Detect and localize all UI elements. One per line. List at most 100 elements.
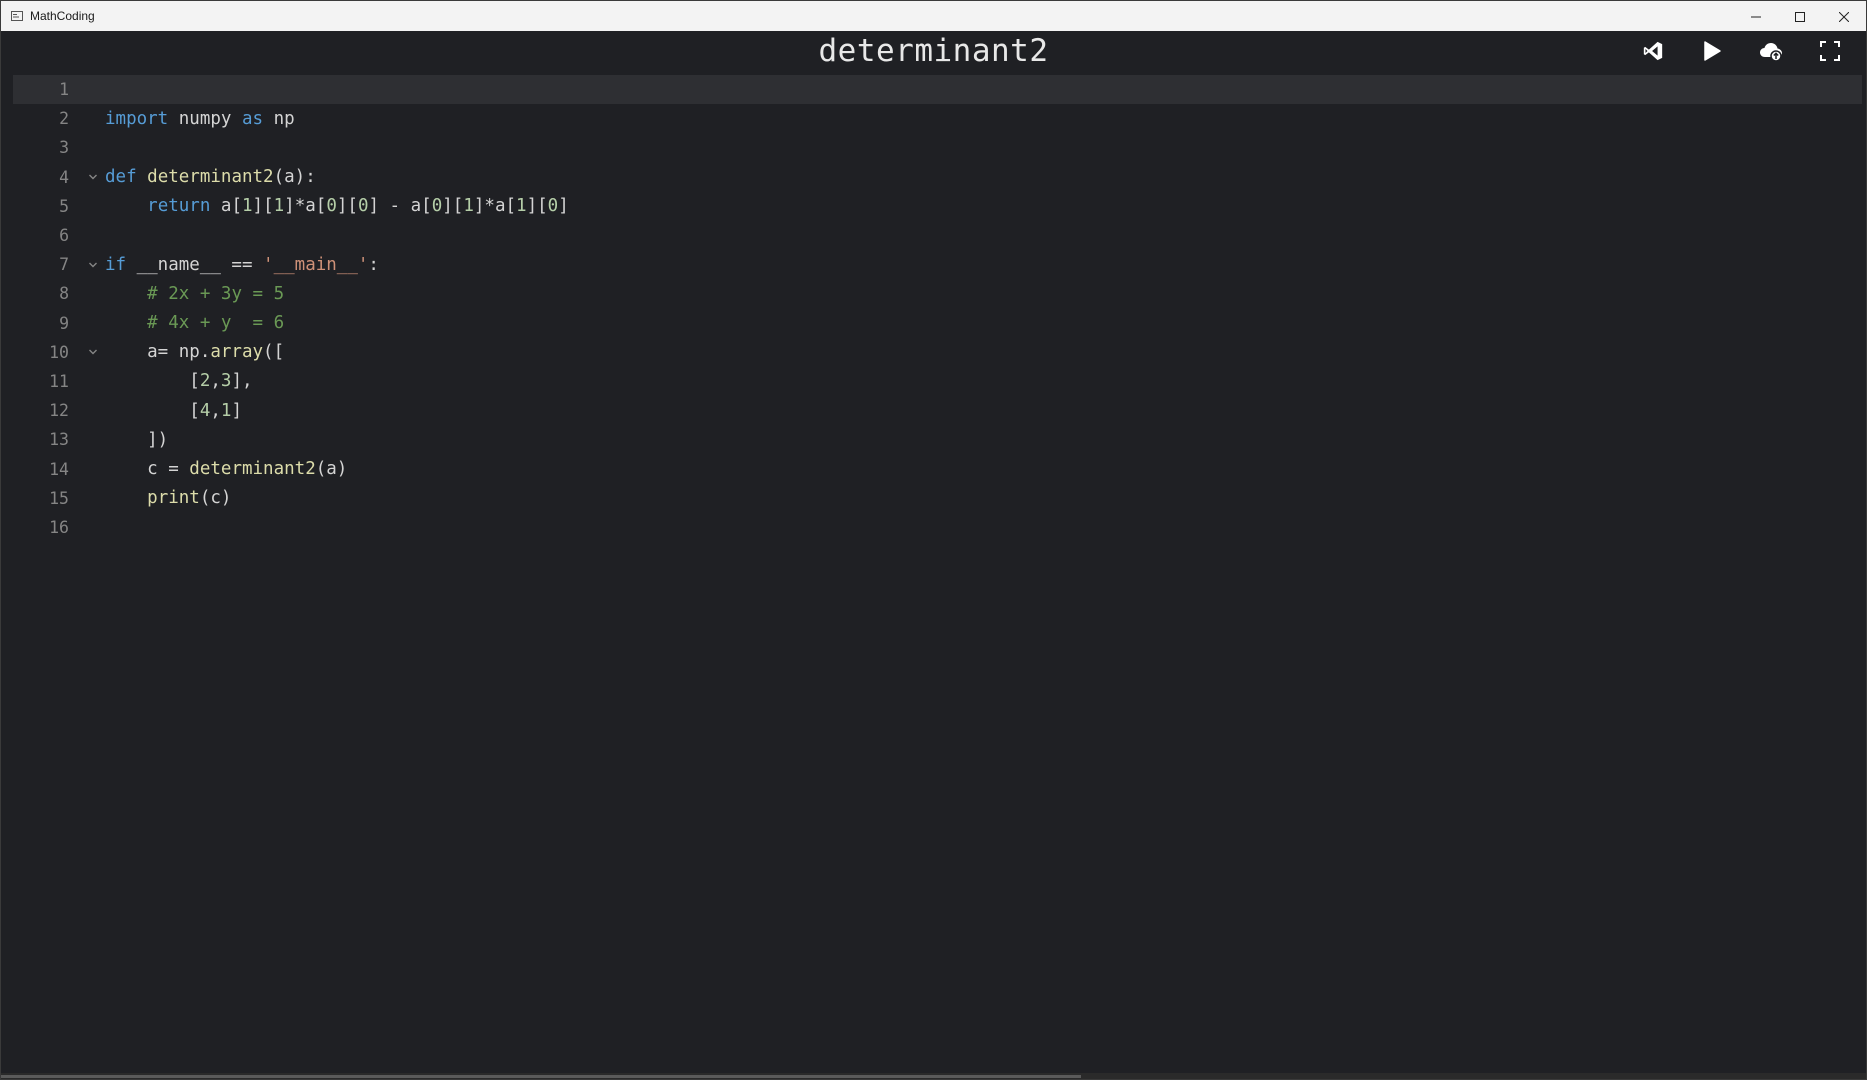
code-line[interactable]: 10 a= np.array([ — [13, 338, 1862, 367]
code-token: , — [210, 400, 221, 421]
fold-gutter — [83, 133, 103, 162]
code-text: import numpy as np — [105, 109, 295, 129]
line-number: 13 — [49, 430, 69, 450]
fold-gutter — [83, 192, 103, 221]
fold-gutter — [83, 279, 103, 308]
code-token: [ — [105, 371, 200, 392]
title-bar[interactable]: MathCoding — [1, 1, 1866, 31]
code-token: ] — [558, 196, 569, 217]
fold-gutter — [83, 425, 103, 454]
code-token: def — [105, 167, 137, 188]
code-token: 1 — [516, 196, 527, 217]
line-number: 10 — [49, 342, 69, 362]
code-line[interactable]: 5 return a[1][1]*a[0][0] - a[0][1]*a[1][… — [13, 192, 1862, 221]
code-token: import — [105, 108, 169, 129]
code-token: 0 — [431, 196, 443, 217]
visual-studio-icon — [1642, 40, 1664, 66]
minimize-button[interactable] — [1734, 1, 1778, 31]
code-token: 1 — [220, 400, 232, 421]
code-token: ][ — [526, 196, 548, 217]
line-number: 11 — [49, 371, 69, 391]
code-token: # 2x + 3y = 5 — [147, 283, 285, 304]
horizontal-scrollbar[interactable] — [1, 1073, 1866, 1079]
document-header: determinant2 — [2, 31, 1865, 75]
document-title: determinant2 — [818, 33, 1049, 69]
code-editor[interactable]: 1 2 import numpy as np 3 4 def determinant2(a… — [13, 75, 1862, 1073]
code-token: 0 — [547, 196, 559, 217]
code-line[interactable]: 12 [4,1] — [13, 396, 1862, 425]
code-token: (a): — [273, 167, 316, 188]
app-window: MathCoding determinant2 1 2 import numpy… — [0, 0, 1867, 1080]
line-number: 3 — [59, 138, 69, 158]
code-token: a= np. — [105, 342, 211, 363]
line-number: 4 — [59, 167, 69, 187]
code-token: array — [210, 342, 264, 363]
cloud-upload-icon — [1759, 40, 1783, 66]
code-token: ][ — [252, 196, 274, 217]
code-token: ]) — [105, 429, 169, 450]
window-controls — [1734, 1, 1866, 31]
code-text: def determinant2(a): — [105, 167, 316, 187]
code-token: [ — [105, 400, 200, 421]
code-line[interactable]: 9 # 4x + y = 6 — [13, 309, 1862, 338]
play-icon — [1702, 40, 1722, 66]
fold-gutter — [83, 104, 103, 133]
scrollbar-thumb[interactable] — [1, 1075, 1081, 1078]
code-text: [4,1] — [105, 401, 242, 421]
code-text: ]) — [105, 430, 168, 450]
code-token: c = — [105, 459, 190, 480]
code-text: [2,3], — [105, 371, 253, 392]
fold-chevron-icon[interactable] — [83, 338, 103, 367]
code-line[interactable]: 13 ]) — [13, 425, 1862, 454]
code-line[interactable]: 8 # 2x + 3y = 5 — [13, 279, 1862, 308]
fold-gutter — [83, 221, 103, 250]
code-token: : — [368, 254, 379, 275]
fullscreen-button[interactable] — [1812, 35, 1848, 71]
code-line[interactable]: 14 c = determinant2(a) — [13, 454, 1862, 483]
code-token: print — [147, 488, 200, 509]
code-token: ([ — [263, 342, 285, 363]
code-text: if __name__ == '__main__': — [105, 255, 379, 275]
code-token: determinant2 — [147, 167, 274, 188]
code-line[interactable]: 1 — [13, 75, 1862, 105]
cloud-upload-button[interactable] — [1753, 35, 1789, 71]
fold-gutter — [83, 396, 103, 425]
code-line[interactable]: 11 [2,3], — [13, 367, 1862, 396]
code-token: ][ — [336, 196, 358, 217]
code-line[interactable]: 7 if __name__ == '__main__': — [13, 250, 1862, 279]
toolbar — [1612, 31, 1865, 75]
maximize-button[interactable] — [1778, 1, 1822, 31]
code-token: # 4x + y = 6 — [147, 313, 285, 334]
code-text: # 4x + y = 6 — [105, 313, 284, 333]
line-number: 14 — [49, 459, 69, 479]
code-token: 3 — [220, 371, 232, 392]
close-button[interactable] — [1822, 1, 1866, 31]
code-line[interactable]: 2 import numpy as np — [13, 104, 1862, 133]
code-token: 1 — [463, 196, 474, 217]
run-button[interactable] — [1694, 35, 1730, 71]
code-token: __name__ == — [126, 254, 264, 275]
code-token: ], — [231, 371, 253, 392]
fold-gutter — [83, 309, 103, 338]
minimize-icon — [1751, 7, 1761, 26]
visual-studio-button[interactable] — [1635, 35, 1671, 71]
line-number: 2 — [59, 109, 69, 129]
code-line[interactable]: 6 — [13, 221, 1862, 250]
code-line[interactable]: 16 — [13, 513, 1862, 542]
code-line[interactable]: 4 def determinant2(a): — [13, 163, 1862, 192]
code-token: determinant2 — [189, 459, 316, 480]
code-lines: 1 2 import numpy as np 3 4 def determinant2(a… — [13, 75, 1862, 542]
code-token: a[ — [210, 196, 242, 217]
code-line[interactable]: 15 print(c) — [13, 484, 1862, 513]
code-text: return a[1][1]*a[0][0] - a[0][1]*a[1][0] — [105, 196, 569, 216]
code-text: # 2x + 3y = 5 — [105, 284, 284, 304]
code-token: , — [210, 371, 221, 392]
fold-chevron-icon[interactable] — [83, 163, 103, 192]
code-text: print(c) — [105, 488, 231, 508]
fold-chevron-icon[interactable] — [83, 250, 103, 279]
code-line[interactable]: 3 — [13, 133, 1862, 162]
line-number: 16 — [49, 517, 69, 537]
